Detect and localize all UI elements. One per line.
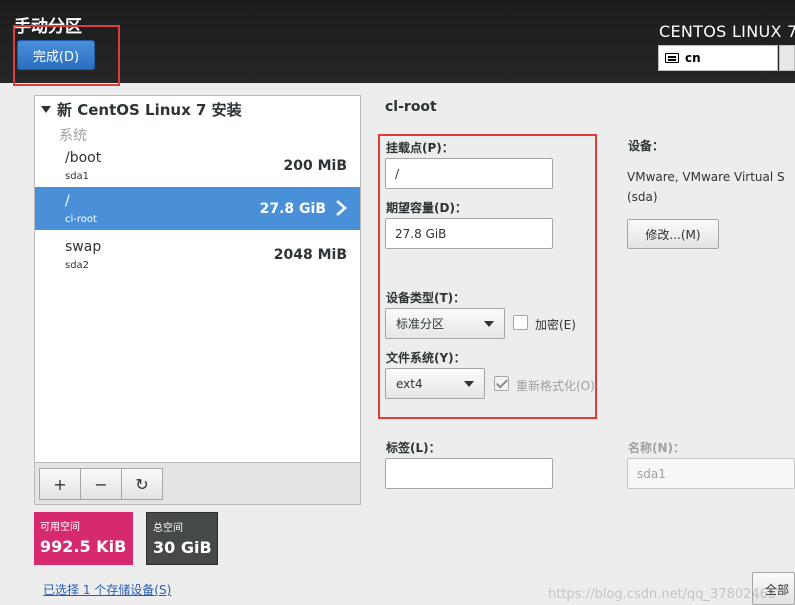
device-description: VMware, VMware Virtual S (627, 170, 785, 184)
remove-partition-button[interactable]: − (80, 468, 122, 500)
filesystem-value: ext4 (396, 376, 423, 391)
total-space-box: 总空间 30 GiB (146, 512, 218, 565)
reformat-checkbox[interactable] (494, 376, 509, 391)
done-button[interactable]: 完成(D) (17, 40, 95, 70)
refresh-button[interactable]: ↻ (121, 468, 163, 500)
mount-point-label: 挂载点(P)： (386, 141, 454, 155)
help-button[interactable] (779, 45, 795, 71)
partition-size: 200 MiB (283, 158, 348, 174)
partition-detail-title: cl-root (385, 99, 437, 115)
encrypt-label: 加密(E) (535, 318, 576, 332)
capacity-label: 期望容量(D)： (386, 201, 467, 215)
device-type-label: 设备类型(T)： (386, 291, 466, 305)
partition-device: sda1 (65, 171, 90, 182)
partition-item-root[interactable]: / cl-root 27.8 GiB (35, 187, 360, 230)
system-group-label: 系统 (59, 128, 87, 144)
partition-mount: swap (65, 239, 102, 255)
filesystem-select[interactable]: ext4 (385, 368, 485, 399)
partition-item-boot[interactable]: /boot sda1 200 MiB (35, 144, 360, 187)
chevron-right-icon (336, 200, 347, 216)
devices-label: 设备： (628, 139, 665, 153)
reformat-label: 重新格式化(O) (516, 379, 595, 393)
partition-toolbar: + − ↻ (34, 462, 361, 505)
filesystem-label: 文件系统(Y)： (386, 351, 466, 365)
keyboard-layout-indicator[interactable]: cn (658, 45, 778, 71)
dropdown-arrow-icon (464, 380, 474, 387)
name-input[interactable]: sda1 (627, 458, 795, 489)
install-header[interactable]: 新 CentOS Linux 7 安装 (41, 99, 242, 120)
keyboard-layout-label: cn (685, 51, 701, 65)
partition-mount: /boot (65, 150, 102, 166)
available-space-label: 可用空间 (40, 522, 80, 533)
selected-devices-link[interactable]: 已选择 1 个存储设备(S) (43, 581, 171, 598)
header-bar: 手动分区 完成(D) CENTOS LINUX 7 安 cn (0, 0, 795, 83)
tag-input[interactable] (385, 458, 553, 489)
partition-item-swap[interactable]: swap sda2 2048 MiB (35, 233, 360, 276)
total-space-label: 总空间 (153, 523, 183, 534)
watermark: https://blog.csdn.net/qq_37802465 (548, 587, 777, 602)
name-label: 名称(N)： (628, 441, 686, 455)
partition-tree: 新 CentOS Linux 7 安装 系统 /boot sda1 200 Mi… (34, 95, 361, 505)
device-type-value: 标准分区 (396, 317, 445, 331)
product-name: CENTOS LINUX 7 安 (659, 22, 795, 41)
tag-label: 标签(L)： (386, 441, 441, 455)
mount-point-input[interactable]: / (385, 158, 553, 189)
available-space-box: 可用空间 992.5 KiB (34, 512, 133, 565)
encrypt-checkbox[interactable] (513, 315, 528, 330)
expand-triangle-icon[interactable] (41, 106, 51, 113)
partition-device: cl-root (65, 214, 97, 225)
device-type-select[interactable]: 标准分区 (385, 308, 505, 339)
dropdown-arrow-icon (484, 320, 494, 327)
modify-button[interactable]: 修改...(M) (627, 219, 719, 249)
page-title: 手动分区 (14, 17, 82, 37)
install-label: 新 CentOS Linux 7 安装 (57, 101, 242, 119)
partition-size: 2048 MiB (273, 247, 347, 263)
capacity-input[interactable]: 27.8 GiB (385, 218, 553, 249)
total-space-value: 30 GiB (153, 538, 212, 557)
add-partition-button[interactable]: + (39, 468, 81, 500)
available-space-value: 992.5 KiB (40, 537, 127, 556)
partition-mount: / (65, 193, 70, 209)
partition-device: sda2 (65, 260, 90, 271)
keyboard-icon (665, 53, 679, 63)
partition-size: 27.8 GiB (259, 201, 326, 217)
device-id: (sda) (627, 190, 658, 204)
